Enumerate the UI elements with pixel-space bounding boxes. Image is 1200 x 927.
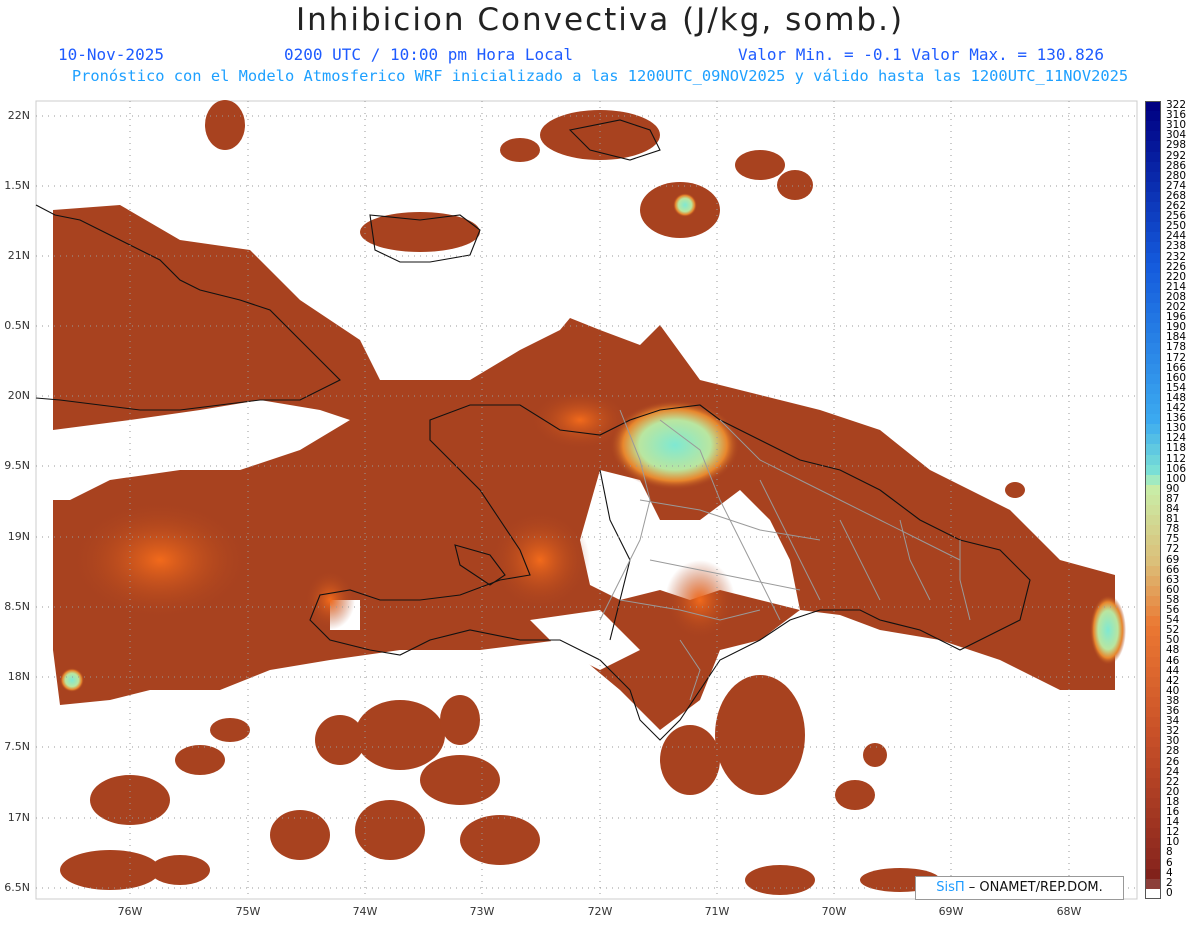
lat-label: 22N (7, 109, 30, 122)
credit-box: SisΠ – ONAMET/REP.DOM. (915, 876, 1124, 900)
lon-label: 72W (587, 905, 613, 918)
lon-label: 74W (352, 905, 378, 918)
lon-label: 68W (1056, 905, 1082, 918)
lon-label: 73W (469, 905, 495, 918)
legend-value: 0 (1166, 886, 1173, 899)
lat-label: 8.5N (4, 600, 30, 613)
lon-label: 70W (821, 905, 847, 918)
lat-label: 20N (7, 389, 30, 402)
map-canvas (35, 100, 1138, 900)
lon-label: 69W (938, 905, 964, 918)
lon-label: 76W (117, 905, 143, 918)
lat-label: 6.5N (4, 881, 30, 894)
lat-label: 21N (7, 249, 30, 262)
lat-label: 0.5N (4, 319, 30, 332)
legend-border (1145, 101, 1161, 899)
lon-label: 75W (235, 905, 261, 918)
credit-sis: SisΠ (936, 880, 965, 895)
lat-label: 9.5N (4, 459, 30, 472)
lat-label: 7.5N (4, 740, 30, 753)
credit-text: – ONAMET/REP.DOM. (964, 880, 1103, 895)
lat-label: 18N (7, 670, 30, 683)
lat-label: 1.5N (4, 179, 30, 192)
lat-label: 17N (7, 811, 30, 824)
lon-label: 71W (704, 905, 730, 918)
lat-label: 19N (7, 530, 30, 543)
